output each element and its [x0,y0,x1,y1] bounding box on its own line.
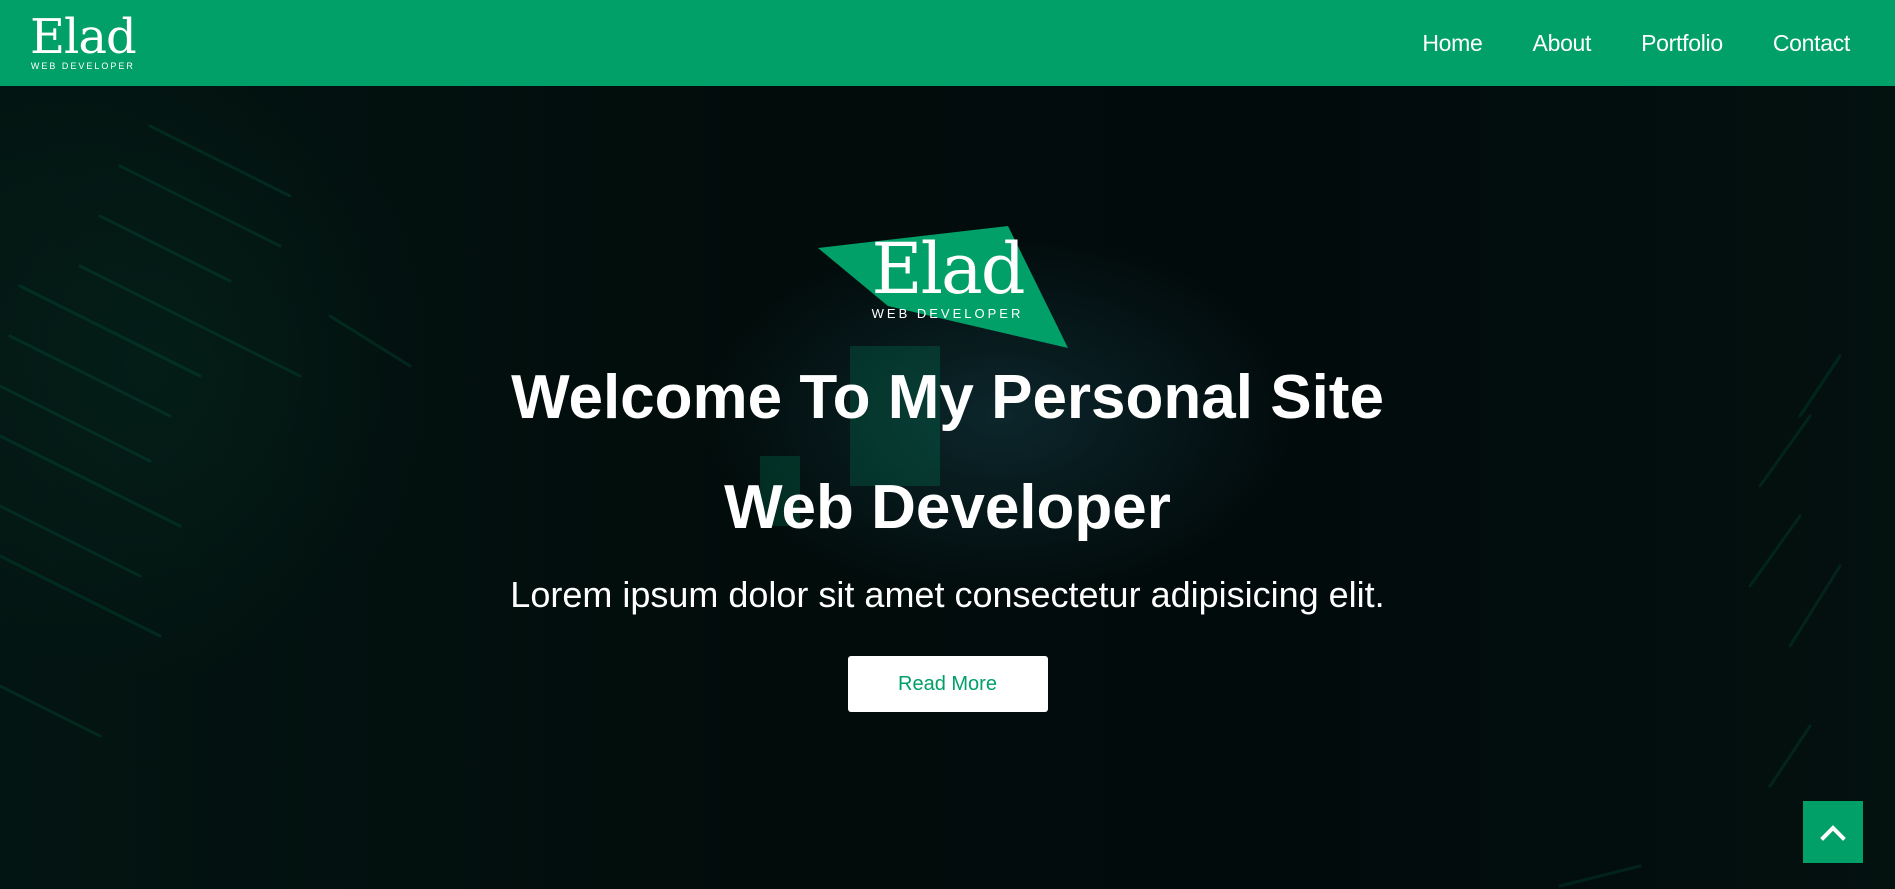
hero-content: Elad WEB DEVELOPER Welcome To My Persona… [0,86,1895,889]
hero-logo-name: Elad [871,228,1025,310]
hero-description: Lorem ipsum dolor sit amet consectetur a… [510,574,1385,615]
read-more-button[interactable]: Read More [847,656,1048,712]
hero-section: Elad WEB DEVELOPER Welcome To My Persona… [0,86,1895,889]
hero-title: Welcome To My Personal Site [511,363,1384,432]
chevron-up-icon [1820,825,1846,841]
brand-logo[interactable]: Elad WEB DEVELOPER [30,9,137,71]
brand-subtitle: WEB DEVELOPER [30,61,135,71]
hero-logo-subtitle: WEB DEVELOPER [871,306,1024,321]
nav-link-about[interactable]: About [1533,30,1592,57]
nav-link-home[interactable]: Home [1422,30,1482,57]
hero-logo: Elad WEB DEVELOPER [817,226,1078,356]
navbar: Elad WEB DEVELOPER Home About Portfolio … [0,0,1895,86]
nav-links: Home About Portfolio Contact [1422,30,1850,57]
nav-link-contact[interactable]: Contact [1773,30,1850,57]
brand-name: Elad [30,9,137,65]
hero-subtitle: Web Developer [724,473,1171,542]
nav-link-portfolio[interactable]: Portfolio [1641,30,1723,57]
scroll-to-top-button[interactable] [1803,801,1863,863]
